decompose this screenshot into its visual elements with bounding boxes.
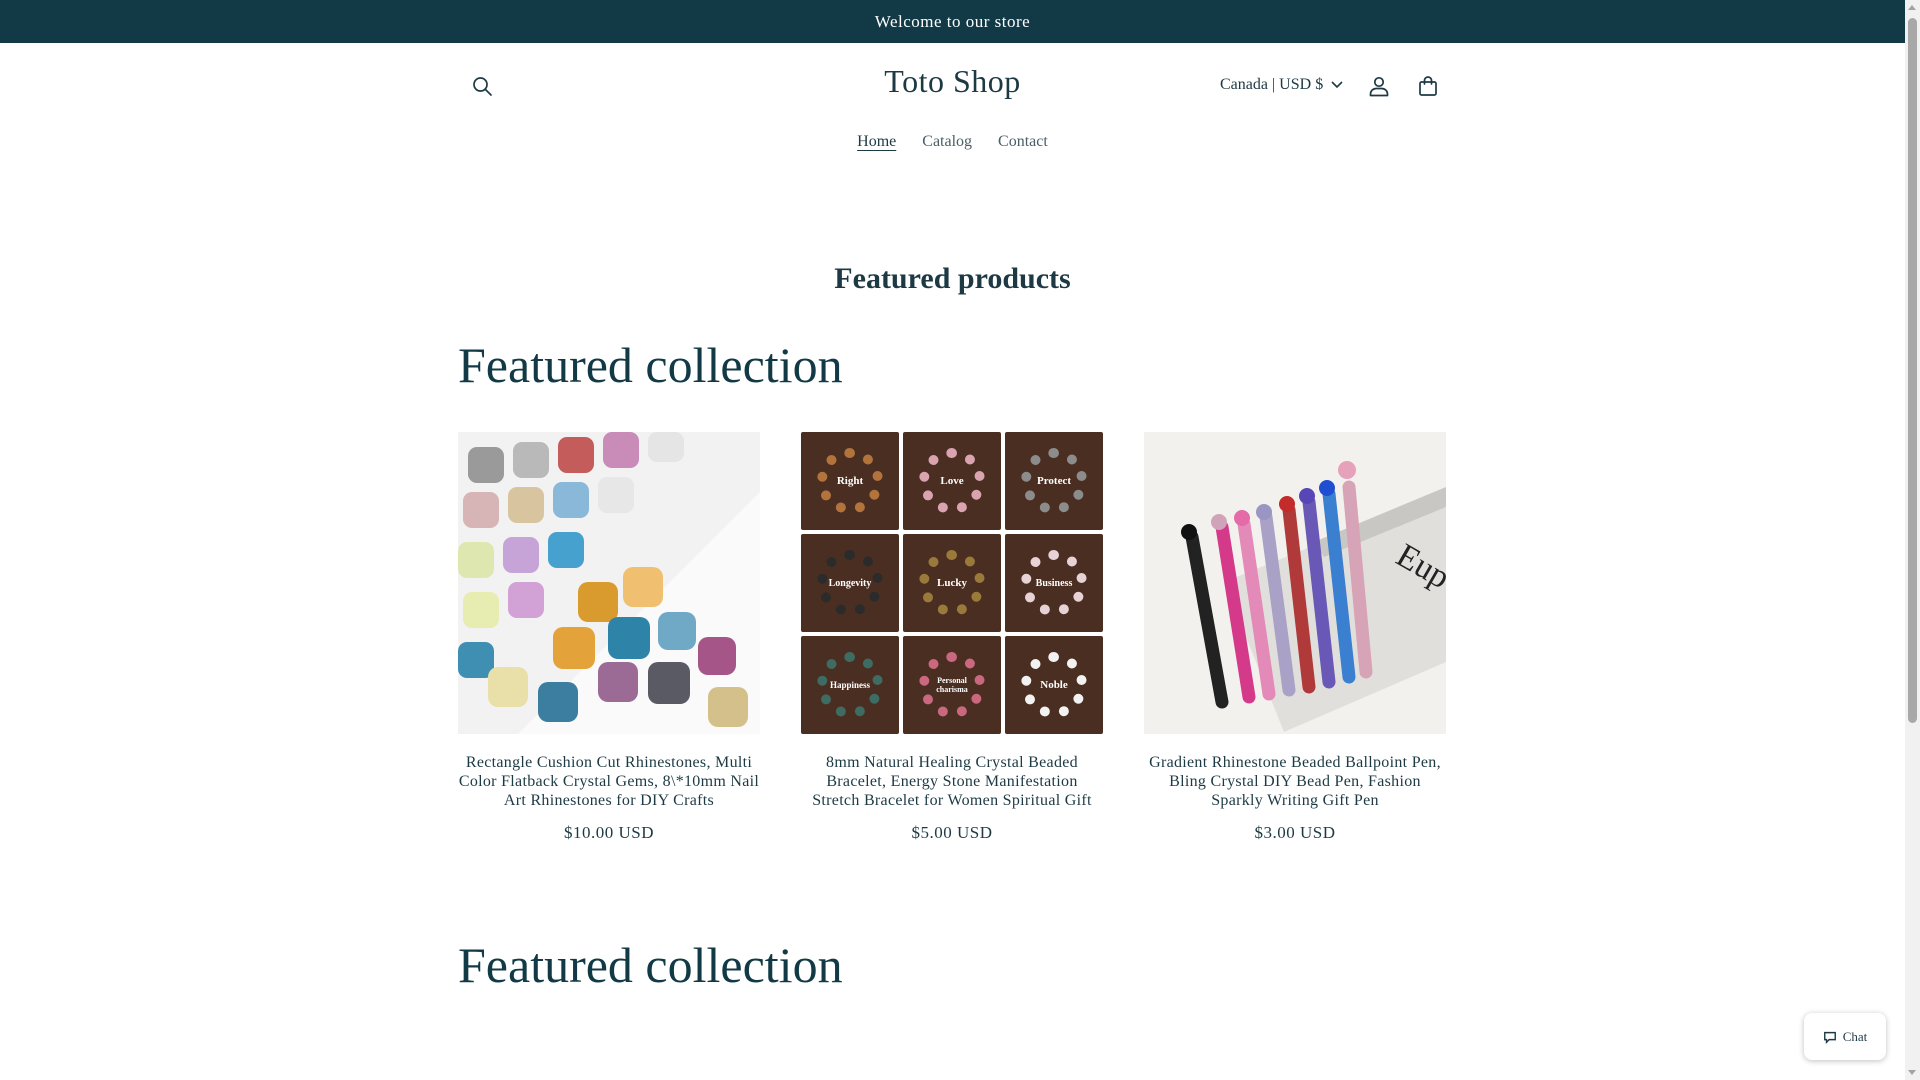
main-nav: Home Catalog Contact: [0, 133, 1905, 151]
product-card[interactable]: Right Love Protect Longevity Lucky Busin…: [801, 432, 1103, 843]
chat-button[interactable]: Chat: [1804, 1013, 1886, 1060]
store-logo: Toto Shop: [0, 63, 1905, 100]
bracelet-tile: Longevity: [801, 534, 899, 632]
bracelet-label: Lucky: [937, 577, 967, 589]
product-price: $10.00 USD: [563, 823, 654, 842]
country-selector-label: Canada | USD $: [1220, 76, 1324, 93]
bracelet-tile: Love: [903, 432, 1001, 530]
product-title[interactable]: Gradient Rhinestone Beaded Ballpoint Pen…: [1144, 753, 1446, 810]
product-price: $5.00 USD: [911, 823, 993, 842]
page-scrollbar[interactable]: [1905, 0, 1920, 1080]
cart-icon: [1419, 76, 1437, 96]
product-card[interactable]: Rectangle Cushion Cut Rhinestones, Multi…: [458, 432, 760, 843]
bracelet-tile: Protect: [1005, 432, 1103, 530]
chevron-down-icon: [1331, 81, 1343, 89]
nav-home[interactable]: Home: [857, 133, 896, 151]
store-logo-link[interactable]: Toto Shop: [884, 63, 1021, 99]
bracelet-grid: Right Love Protect Longevity Lucky Busin…: [801, 432, 1103, 734]
bracelet-label: Noble: [1040, 679, 1068, 691]
bracelet-label: Love: [940, 475, 964, 487]
scroll-up-arrow-icon[interactable]: [1908, 5, 1916, 10]
product-title[interactable]: 8mm Natural Healing Crystal Beaded Brace…: [801, 753, 1103, 810]
bracelet-label: Business: [1035, 577, 1073, 589]
announcement-text: Welcome to our store: [874, 11, 1031, 31]
nav-catalog[interactable]: Catalog: [922, 133, 972, 151]
country-selector[interactable]: Canada | USD $: [1220, 76, 1343, 94]
bracelet-tile: Business: [1005, 534, 1103, 632]
bracelet-label: Personal charisma: [936, 676, 968, 694]
product-grid: Rectangle Cushion Cut Rhinestones, Multi…: [458, 432, 1446, 843]
product-image-bracelets[interactable]: Right Love Protect Longevity Lucky Busin…: [801, 432, 1103, 734]
bracelet-label: Protect: [1037, 475, 1071, 487]
nav-contact[interactable]: Contact: [998, 133, 1048, 151]
account-button[interactable]: [1357, 64, 1401, 108]
product-image-rhinestones[interactable]: [458, 432, 760, 734]
bracelet-tile: Right: [801, 432, 899, 530]
scrollbar-thumb[interactable]: [1908, 18, 1917, 723]
site-header: Toto Shop Canada | USD $ Home Catalog Co…: [0, 43, 1905, 233]
bracelet-label: Longevity: [828, 577, 872, 589]
collection-title: Featured collection: [458, 337, 843, 393]
bracelet-tile: Noble: [1005, 636, 1103, 734]
chat-label: Chat: [1842, 1028, 1868, 1044]
product-image-pens[interactable]: Eup: [1144, 432, 1446, 734]
product-title[interactable]: Rectangle Cushion Cut Rhinestones, Multi…: [458, 753, 760, 810]
cart-button[interactable]: [1406, 64, 1450, 108]
user-icon: [1369, 76, 1389, 97]
collection-title: Featured collection: [458, 937, 843, 993]
bracelet-tile: Happiness: [801, 636, 899, 734]
bracelet-label: Happiness: [829, 680, 871, 690]
chat-bubble-icon: [1823, 1031, 1836, 1044]
featured-products-heading: Featured products: [834, 262, 1071, 295]
announcement-bar: Welcome to our store: [0, 0, 1905, 43]
bracelet-tile: Personal charisma: [903, 636, 1001, 734]
product-price: $3.00 USD: [1254, 823, 1336, 842]
bracelet-label: Right: [836, 475, 864, 487]
bracelet-tile: Lucky: [903, 534, 1001, 632]
product-card[interactable]: Eup Gradient Rhinestone Beaded Ballpoint…: [1144, 432, 1446, 843]
scroll-down-arrow-icon[interactable]: [1908, 1070, 1916, 1075]
